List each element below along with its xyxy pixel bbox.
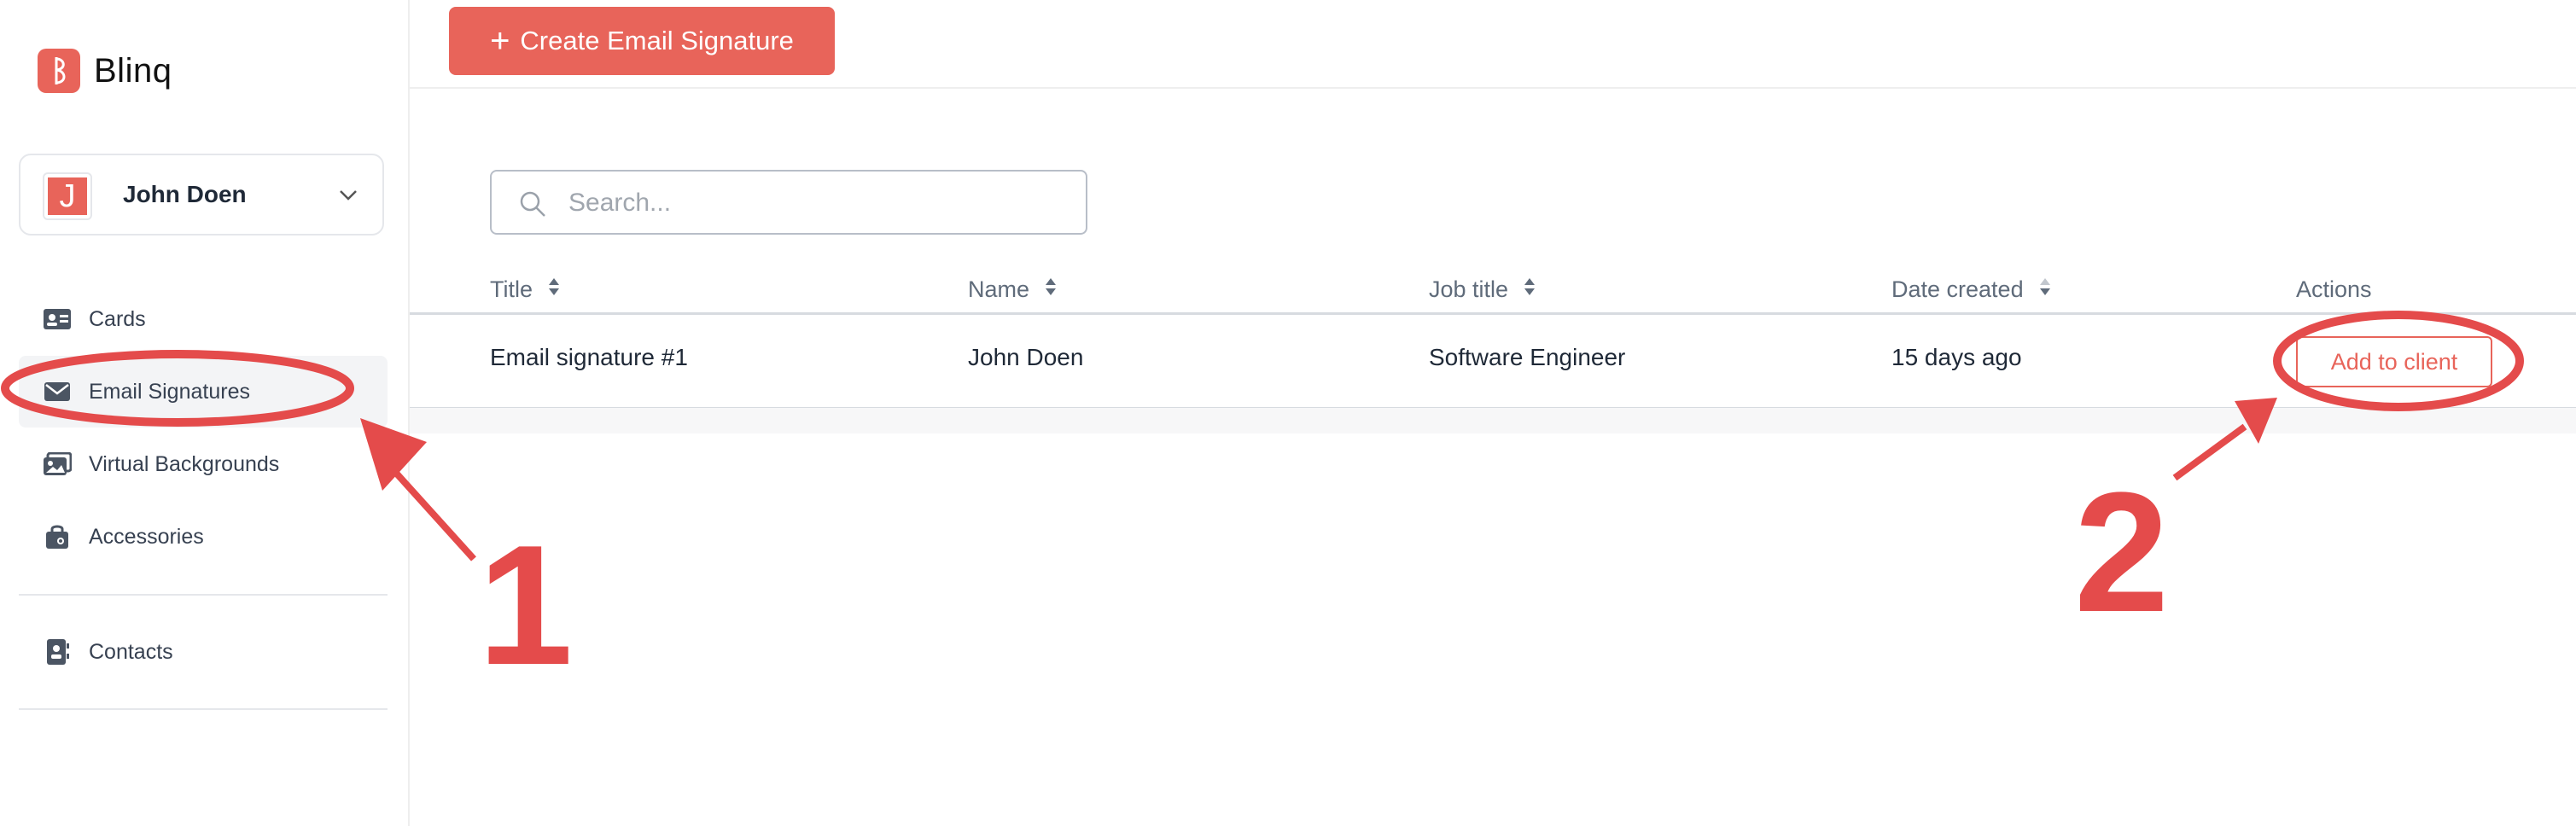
sidebar-item-label: Virtual Backgrounds (89, 451, 280, 476)
sort-icon (1045, 276, 1057, 304)
column-header-label: Job title (1429, 276, 1509, 302)
account-switcher[interactable]: J John Doen (19, 154, 384, 236)
cell-date-created: 15 days ago (1891, 344, 2022, 370)
sidebar-item-label: Email Signatures (89, 379, 250, 404)
account-name: John Doen (123, 181, 247, 207)
create-email-signature-button[interactable]: + Create Email Signature (449, 7, 835, 75)
sidebar-item-accessories[interactable]: Accessories (19, 501, 388, 573)
sidebar-divider (19, 708, 388, 710)
column-header-label: Date created (1891, 276, 2024, 302)
plus-icon: + (490, 22, 510, 60)
sidebar-item-email-signatures[interactable]: Email Signatures (19, 356, 388, 428)
search-box[interactable] (490, 170, 1087, 235)
column-header-title[interactable]: Title (490, 272, 560, 306)
create-button-label: Create Email Signature (520, 26, 794, 55)
sidebar-item-label: Cards (89, 306, 146, 331)
annotation-number-1: 1 (478, 510, 574, 701)
column-header-date-created[interactable]: Date created (1891, 272, 2051, 306)
shopping-bag-icon (43, 522, 72, 551)
envelope-icon (43, 377, 72, 406)
column-header-actions: Actions (2296, 272, 2372, 306)
sidebar-item-cards[interactable]: Cards (19, 283, 388, 355)
blinq-logo-icon (38, 49, 80, 93)
sidebar-item-virtual-backgrounds[interactable]: Virtual Backgrounds (19, 428, 388, 500)
column-header-name[interactable]: Name (968, 272, 1057, 306)
cell-name: John Doen (968, 344, 1084, 370)
app-name: Blinq (94, 51, 172, 90)
contact-book-icon (43, 637, 72, 666)
column-header-job-title[interactable]: Job title (1429, 272, 1536, 306)
search-input[interactable] (567, 178, 1065, 228)
column-header-label: Title (490, 276, 533, 302)
avatar-initial: J (48, 177, 87, 215)
avatar: J (43, 172, 92, 220)
chevron-down-icon (336, 183, 360, 211)
sidebar: Blinq J John Doen Cards Email Signatures… (0, 0, 410, 826)
sidebar-divider (19, 594, 388, 596)
column-header-label: Actions (2296, 276, 2372, 302)
sort-icon (2039, 276, 2051, 304)
table-footer-strip (410, 408, 2576, 433)
images-icon (43, 450, 72, 479)
sidebar-item-label: Accessories (89, 524, 204, 549)
sort-icon (548, 276, 560, 304)
cell-title: Email signature #1 (490, 344, 688, 370)
sort-icon (1524, 276, 1536, 304)
id-card-icon (43, 305, 72, 334)
column-header-label: Name (968, 276, 1030, 302)
sidebar-item-label: Contacts (89, 639, 173, 664)
add-to-client-button[interactable]: Add to client (2296, 336, 2492, 387)
app-logo[interactable]: Blinq (38, 49, 172, 93)
cell-job-title: Software Engineer (1429, 344, 1626, 370)
annotation-arrow-2 (2172, 423, 2247, 481)
search-icon (517, 189, 548, 224)
sidebar-item-contacts[interactable]: Contacts (19, 616, 388, 688)
annotation-number-2: 2 (2074, 457, 2170, 648)
